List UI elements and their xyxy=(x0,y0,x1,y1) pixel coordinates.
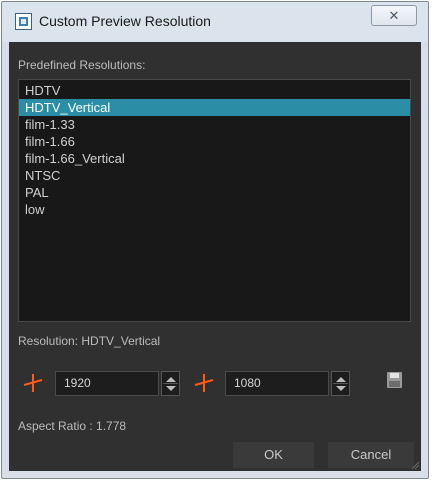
decrement-icon[interactable] xyxy=(166,386,176,391)
list-item[interactable]: low xyxy=(19,201,410,218)
width-input[interactable]: 1920 xyxy=(55,371,159,396)
ok-button[interactable]: OK xyxy=(233,442,314,468)
list-item[interactable]: film-1.66_Vertical xyxy=(19,150,410,167)
resolution-label: Resolution: HDTV_Vertical xyxy=(18,334,160,348)
height-input[interactable]: 1080 xyxy=(225,371,329,396)
increment-icon[interactable] xyxy=(336,377,346,382)
resolution-name: HDTV_Vertical xyxy=(81,334,161,348)
aspect-ratio-label: Aspect Ratio : 1.778 xyxy=(18,419,126,433)
title-bar[interactable]: Custom Preview Resolution ✕ xyxy=(2,2,428,42)
resolution-label-text: Resolution: xyxy=(18,334,79,348)
app-icon xyxy=(15,13,32,30)
close-icon: ✕ xyxy=(388,8,400,23)
cancel-button[interactable]: Cancel xyxy=(328,442,414,468)
aspect-ratio-label-text: Aspect Ratio : xyxy=(18,419,93,433)
list-item[interactable]: film-1.66 xyxy=(19,133,410,150)
increment-icon[interactable] xyxy=(166,377,176,382)
predefined-resolutions-label: Predefined Resolutions: xyxy=(18,58,146,72)
height-icon xyxy=(194,374,214,392)
resolution-list[interactable]: HDTV HDTV_Vertical film-1.33 film-1.66 f… xyxy=(18,79,411,322)
save-icon[interactable] xyxy=(387,372,402,388)
width-icon xyxy=(23,374,43,392)
resize-grip-icon[interactable] xyxy=(410,460,420,470)
dialog-body: Predefined Resolutions: HDTV HDTV_Vertic… xyxy=(9,42,421,471)
list-item[interactable]: HDTV xyxy=(19,82,410,99)
dialog-window: Custom Preview Resolution ✕ Predefined R… xyxy=(1,1,429,479)
list-item[interactable]: film-1.33 xyxy=(19,116,410,133)
decrement-icon[interactable] xyxy=(336,386,346,391)
width-spinner[interactable] xyxy=(161,371,180,396)
list-item-selected[interactable]: HDTV_Vertical xyxy=(19,99,410,116)
close-button[interactable]: ✕ xyxy=(371,5,417,26)
list-item[interactable]: NTSC xyxy=(19,167,410,184)
window-title: Custom Preview Resolution xyxy=(39,13,211,29)
list-item[interactable]: PAL xyxy=(19,184,410,201)
height-spinner[interactable] xyxy=(331,371,350,396)
aspect-ratio-value: 1.778 xyxy=(96,419,127,433)
